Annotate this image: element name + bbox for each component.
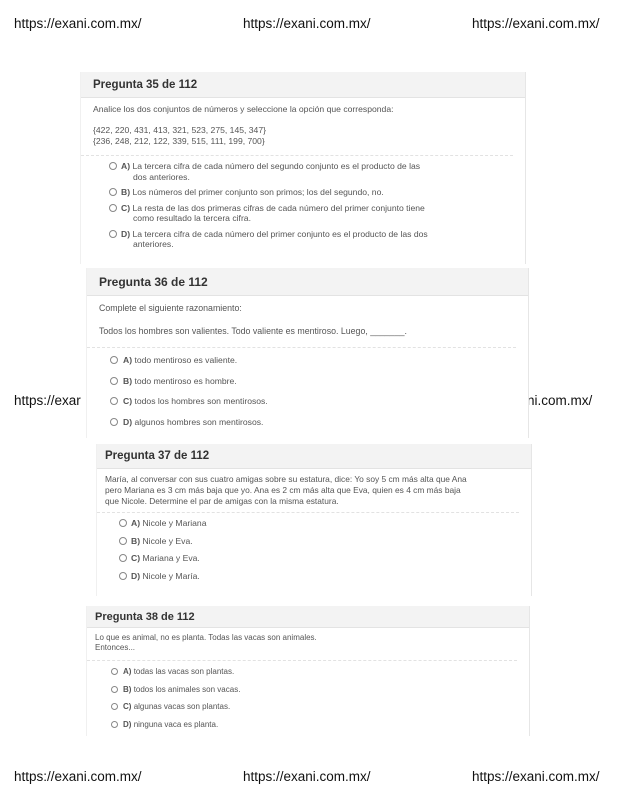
radio-button[interactable] <box>110 356 118 364</box>
radio-button[interactable] <box>119 554 127 562</box>
radio-button[interactable] <box>119 571 127 580</box>
question-prompt-line-2: Entonces... <box>95 643 136 652</box>
radio-button[interactable] <box>110 397 118 405</box>
question-statement: Todos los hombres son valientes. Todo va… <box>99 326 407 336</box>
option-letter: B) <box>123 684 132 694</box>
watermark-bottom-center: https://exani.com.mx/ <box>243 769 371 784</box>
radio-button[interactable] <box>119 519 127 527</box>
option-letter: C) <box>123 702 132 711</box>
radio-button[interactable] <box>110 376 118 385</box>
watermark-top-left: https://exani.com.mx/ <box>14 16 142 31</box>
question-prompt: Analice los dos conjuntos de números y s… <box>93 104 394 114</box>
option-text: La resta de las dos primeras cifras de c… <box>132 202 425 213</box>
option-a[interactable]: A) todo mentiroso es valiente. <box>99 355 516 366</box>
question-prompt-line-1: María, al conversar con sus cuatro amiga… <box>105 474 467 484</box>
option-letter: D) <box>123 416 133 427</box>
divider <box>87 347 516 348</box>
option-text: algunos hombres son mentirosos. <box>134 416 264 427</box>
radio-button[interactable] <box>110 417 118 426</box>
option-letter: A) <box>123 667 132 676</box>
option-text: todo mentiroso es hombre. <box>134 375 237 386</box>
radio-button[interactable] <box>109 229 117 238</box>
option-letter: D) <box>123 719 132 729</box>
question-prompt-line-3: que Nicole. Determine el par de amigas c… <box>105 496 339 506</box>
option-text: todos los animales son vacas. <box>133 684 241 694</box>
radio-button[interactable] <box>109 162 117 170</box>
option-text-continued: como resultado la tercera cifra. <box>133 213 251 223</box>
option-letter: D) <box>131 570 141 581</box>
option-d[interactable]: D) ninguna vaca es planta. <box>95 720 517 731</box>
radio-button[interactable] <box>111 685 118 693</box>
option-letter: A) <box>121 161 131 171</box>
radio-button[interactable] <box>111 703 118 710</box>
divider <box>97 512 519 513</box>
divider <box>81 155 513 156</box>
option-d[interactable]: D) algunos hombres son mentirosos. <box>99 417 516 428</box>
option-text: Mariana y Eva. <box>142 553 200 563</box>
option-letter: B) <box>131 535 141 546</box>
option-letter: A) <box>131 518 141 528</box>
watermark-top-center: https://exani.com.mx/ <box>243 16 371 31</box>
option-text: ninguna vaca es planta. <box>133 719 219 729</box>
radio-button[interactable] <box>109 188 117 196</box>
option-c[interactable]: C) La resta de las dos primeras cifras d… <box>93 203 513 224</box>
option-letter: B) <box>121 187 131 197</box>
question-card-35: Pregunta 35 de 112 Analice los dos conju… <box>80 72 526 264</box>
question-prompt-line-2: pero Mariana es 3 cm más baja que yo. An… <box>105 485 461 495</box>
option-letter: A) <box>123 355 133 365</box>
option-text: Nicole y Eva. <box>142 535 193 546</box>
number-set-2: {236, 248, 212, 122, 339, 515, 111, 199,… <box>93 136 265 146</box>
watermark-bottom-left: https://exani.com.mx/ <box>14 769 142 784</box>
number-set-1: {422, 220, 431, 413, 321, 523, 275, 145,… <box>93 125 266 135</box>
question-card-37: Pregunta 37 de 112 María, al conversar c… <box>96 444 532 596</box>
option-a[interactable]: A) todas las vacas son plantas. <box>95 667 517 678</box>
option-a[interactable]: A) La tercera cifra de cada número del s… <box>93 161 513 182</box>
watermark-middle-right: ni.com.mx/ <box>527 393 593 408</box>
radio-button[interactable] <box>119 536 127 545</box>
radio-button[interactable] <box>111 668 118 675</box>
option-c[interactable]: C) algunas vacas son plantas. <box>95 702 517 713</box>
option-c[interactable]: C) todos los hombres son mentirosos. <box>99 396 516 407</box>
option-letter: D) <box>121 228 131 239</box>
option-d[interactable]: D) La tercera cifra de cada número del p… <box>93 229 513 250</box>
option-text: algunas vacas son plantas. <box>133 702 231 711</box>
option-a[interactable]: A) Nicole y Mariana <box>105 518 519 529</box>
option-text: Nicole y Mariana <box>142 518 207 528</box>
option-d[interactable]: D) Nicole y María. <box>105 571 519 582</box>
option-text: La tercera cifra de cada número del segu… <box>132 161 421 171</box>
option-text: todas las vacas son plantas. <box>133 667 235 676</box>
question-prompt-line-1: Lo que es animal, no es planta. Todas la… <box>95 633 317 642</box>
option-letter: C) <box>121 202 131 213</box>
question-card-38: Pregunta 38 de 112 Lo que es animal, no … <box>86 606 530 736</box>
question-prompt: Complete el siguiente razonamiento: <box>99 303 242 313</box>
radio-button[interactable] <box>109 203 117 212</box>
option-text: La tercera cifra de cada número del prim… <box>132 228 428 239</box>
question-title: Pregunta 37 de 112 <box>97 444 531 469</box>
option-b[interactable]: B) Nicole y Eva. <box>105 536 519 547</box>
radio-button[interactable] <box>111 720 118 728</box>
option-c[interactable]: C) Mariana y Eva. <box>105 553 519 564</box>
option-text-continued: dos anteriores. <box>133 171 190 182</box>
option-text: todo mentiroso es valiente. <box>134 355 238 365</box>
option-b[interactable]: B) Los números del primer conjunto son p… <box>93 187 513 198</box>
watermark-bottom-right: https://exani.com.mx/ <box>472 769 600 784</box>
question-title: Pregunta 36 de 112 <box>87 268 528 296</box>
option-text-continued: anteriores. <box>133 239 174 249</box>
question-title: Pregunta 35 de 112 <box>81 72 525 98</box>
option-b[interactable]: B) todos los animales son vacas. <box>95 685 517 696</box>
question-title: Pregunta 38 de 112 <box>87 606 529 628</box>
option-text: todos los hombres son mentirosos. <box>134 396 268 406</box>
option-letter: C) <box>123 396 133 406</box>
watermark-top-right: https://exani.com.mx/ <box>472 16 600 31</box>
option-letter: C) <box>131 553 141 563</box>
watermark-middle-left: https://exar <box>14 393 81 408</box>
option-letter: B) <box>123 375 133 386</box>
option-text: Nicole y María. <box>142 570 200 581</box>
option-b[interactable]: B) todo mentiroso es hombre. <box>99 376 516 387</box>
divider <box>87 660 517 661</box>
option-text: Los números del primer conjunto son prim… <box>132 187 384 197</box>
question-card-36: Pregunta 36 de 112 Complete el siguiente… <box>86 268 529 438</box>
